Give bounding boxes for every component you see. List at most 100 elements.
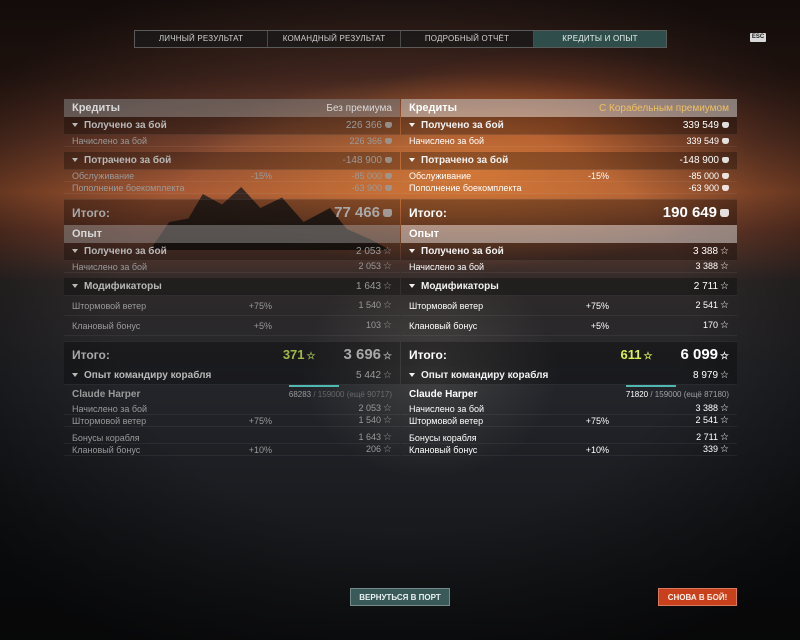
xp-star-icon: ☆ <box>383 320 392 331</box>
free-xp-star-icon: ☆ <box>643 351 653 362</box>
captain-clan-row: Клановый бонус +10% 339 ☆ <box>401 444 737 456</box>
credits-icon <box>385 122 392 129</box>
xp-earned-row[interactable]: Получено за бой 2 053 ☆ <box>64 243 400 261</box>
xp-modifiers-row[interactable]: Модификаторы 2 711 ☆ <box>401 278 737 296</box>
captain-name: Claude Harper <box>409 388 478 400</box>
credits-icon <box>385 173 392 180</box>
credits-header: Кредиты С Корабельным премиумом <box>401 99 737 117</box>
credits-icon <box>722 173 729 180</box>
commander-xp-row[interactable]: Опыт командиру корабля 5 442 ☆ <box>64 367 400 385</box>
captain-storm-row: Штормовой ветер +75% 1 540 ☆ <box>64 415 400 427</box>
xp-title: Опыт <box>72 228 102 240</box>
xp-star-icon: ☆ <box>720 281 729 292</box>
credits-spent-row[interactable]: Потрачено за бой -148 900 <box>401 152 737 170</box>
chevron-down-icon <box>72 284 78 289</box>
chevron-down-icon <box>409 158 415 163</box>
back-to-port-button[interactable]: ВЕРНУТЬСЯ В ПОРТ <box>350 588 450 606</box>
captain-row: Claude Harper 71820 / 159000 (ещё 87180) <box>401 384 737 403</box>
xp-star-icon: ☆ <box>720 320 729 331</box>
credits-icon <box>722 157 729 164</box>
captain-progress: 68283 / 159000 (ещё 90717) <box>288 384 392 399</box>
xp-total-value: 6 099 <box>680 346 719 363</box>
clan-bonus-row: Клановый бонус +5% 170 ☆ <box>401 316 737 336</box>
credits-accrued-row: Начислено за бой 339 549 <box>401 135 737 147</box>
credits-title: Кредиты <box>72 102 121 114</box>
xp-star-icon: ☆ <box>383 415 392 426</box>
panel-no-premium: Кредиты Без премиума Получено за бой 226… <box>64 99 400 456</box>
xp-title: Опыт <box>409 228 439 240</box>
xp-star-icon: ☆ <box>720 351 729 362</box>
credits-total-row: Итого: 190 649 <box>401 199 737 225</box>
captain-progress-bar <box>288 384 339 387</box>
credits-icon <box>722 138 729 145</box>
xp-star-icon: ☆ <box>720 444 729 455</box>
chevron-down-icon <box>72 158 78 163</box>
captain-name: Claude Harper <box>72 388 141 400</box>
captain-storm-row: Штормовой ветер +75% 2 541 ☆ <box>401 415 737 427</box>
xp-total-row: Итого: 371 ☆ 3 696 ☆ <box>64 341 400 367</box>
chevron-down-icon <box>409 284 415 289</box>
credits-accrued-row: Начислено за бой 226 366 <box>64 135 400 147</box>
credits-header: Кредиты Без премиума <box>64 99 400 117</box>
xp-star-icon: ☆ <box>720 403 729 414</box>
battle-again-button[interactable]: СНОВА В БОЙ! <box>658 588 737 606</box>
credits-icon <box>722 122 729 129</box>
captain-accrued-row: Начислено за бой 3 388 ☆ <box>401 403 737 415</box>
xp-star-icon: ☆ <box>383 300 392 311</box>
service-cost-row: Обслуживание -15% -85 000 <box>401 170 737 182</box>
commander-xp-row[interactable]: Опыт командиру корабля 8 979 ☆ <box>401 367 737 385</box>
xp-accrued-row: Начислено за бой 2 053 ☆ <box>64 261 400 273</box>
free-xp-star-icon: ☆ <box>306 351 316 362</box>
tab-detailed-report[interactable]: ПОДРОБНЫЙ ОТЧЁТ <box>401 31 534 47</box>
account-type-label: Без премиума <box>326 102 392 114</box>
xp-star-icon: ☆ <box>720 300 729 311</box>
free-xp-value: 611 <box>620 347 642 362</box>
credits-icon <box>385 138 392 145</box>
chevron-down-icon <box>72 249 78 254</box>
credits-spent-row[interactable]: Потрачено за бой -148 900 <box>64 152 400 170</box>
xp-header: Опыт <box>64 225 400 243</box>
storm-wind-row: Штормовой ветер +75% 2 541 ☆ <box>401 296 737 316</box>
xp-star-icon: ☆ <box>383 246 392 257</box>
captain-row: Claude Harper 68283 / 159000 (ещё 90717) <box>64 384 400 403</box>
chevron-down-icon <box>409 123 415 128</box>
xp-star-icon: ☆ <box>383 370 392 381</box>
xp-star-icon: ☆ <box>720 432 729 443</box>
tab-team-result[interactable]: КОМАНДНЫЙ РЕЗУЛЬТАТ <box>268 31 401 47</box>
chevron-down-icon <box>409 249 415 254</box>
tab-credits-and-xp[interactable]: КРЕДИТЫ И ОПЫТ <box>534 31 666 47</box>
ammo-cost-row: Пополнение боекомплекта -63 900 <box>401 182 737 194</box>
chevron-down-icon <box>409 373 415 378</box>
captain-clan-row: Клановый бонус +10% 206 ☆ <box>64 444 400 456</box>
credits-icon <box>722 185 729 192</box>
xp-modifiers-row[interactable]: Модификаторы 1 643 ☆ <box>64 278 400 296</box>
xp-star-icon: ☆ <box>720 261 729 272</box>
storm-wind-row: Штормовой ветер +75% 1 540 ☆ <box>64 296 400 316</box>
credits-icon <box>720 209 729 218</box>
xp-star-icon: ☆ <box>720 415 729 426</box>
credits-icon <box>383 209 392 218</box>
captain-progress-bar <box>625 384 676 387</box>
xp-star-icon: ☆ <box>383 432 392 443</box>
xp-star-icon: ☆ <box>383 281 392 292</box>
credits-earned-row[interactable]: Получено за бой 226 366 <box>64 117 400 135</box>
credits-icon <box>385 157 392 164</box>
esc-key-icon[interactable]: ESC <box>750 33 766 42</box>
xp-star-icon: ☆ <box>720 370 729 381</box>
clan-bonus-row: Клановый бонус +5% 103 ☆ <box>64 316 400 336</box>
xp-accrued-row: Начислено за бой 3 388 ☆ <box>401 261 737 273</box>
credits-total-row: Итого: 77 466 <box>64 199 400 225</box>
tab-personal-result[interactable]: ЛИЧНЫЙ РЕЗУЛЬТАТ <box>135 31 268 47</box>
xp-total-value: 3 696 <box>343 346 382 363</box>
credits-earned-row[interactable]: Получено за бой 339 549 <box>401 117 737 135</box>
service-cost-row: Обслуживание -15% -85 000 <box>64 170 400 182</box>
xp-earned-row[interactable]: Получено за бой 3 388 ☆ <box>401 243 737 261</box>
free-xp-value: 371 <box>282 347 305 362</box>
xp-star-icon: ☆ <box>383 261 392 272</box>
chevron-down-icon <box>72 373 78 378</box>
xp-star-icon: ☆ <box>383 403 392 414</box>
xp-star-icon: ☆ <box>383 351 392 362</box>
xp-star-icon: ☆ <box>720 246 729 257</box>
xp-total-row: Итого: 611 ☆ 6 099 ☆ <box>401 341 737 367</box>
xp-header: Опыт <box>401 225 737 243</box>
